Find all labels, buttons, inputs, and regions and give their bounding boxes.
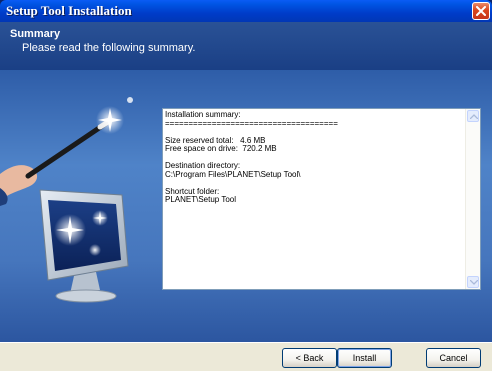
- install-button[interactable]: Install: [337, 348, 392, 368]
- scroll-up-button[interactable]: [467, 110, 479, 122]
- page-title: Summary: [10, 28, 61, 40]
- summary-line: C:\Program Files\PLANET\Setup Tool\: [165, 169, 301, 179]
- summary-line: PLANET\Setup Tool: [165, 195, 237, 204]
- close-icon: [476, 6, 486, 16]
- scroll-up-arrow-icon: [470, 114, 478, 119]
- summary-textbox[interactable]: Installation summary: ==================…: [162, 108, 481, 290]
- button-bar: < Back Install Cancel: [0, 342, 492, 371]
- scroll-down-button[interactable]: [467, 276, 479, 288]
- install-button-label: Install: [352, 353, 377, 363]
- scroll-down-arrow-icon: [470, 280, 478, 285]
- main-panel: Installation summary: ==================…: [0, 70, 492, 342]
- cancel-button[interactable]: Cancel: [426, 348, 481, 368]
- summary-line: Free space on drive: 720.2 MB: [165, 144, 277, 153]
- summary-line: =====================================: [165, 118, 338, 128]
- back-button-label: < Back: [295, 353, 324, 363]
- setup-window: Setup Tool Installation Summary Please r…: [0, 0, 492, 371]
- back-button[interactable]: < Back: [282, 348, 337, 368]
- page-subtitle: Please read the following summary.: [22, 42, 196, 54]
- cancel-button-label: Cancel: [439, 353, 468, 363]
- wizard-wand-monitor-illustration: [0, 97, 133, 303]
- title-bar[interactable]: Setup Tool Installation: [0, 0, 492, 22]
- summary-text: Installation summary: ==================…: [165, 110, 465, 205]
- vertical-scrollbar[interactable]: [465, 109, 480, 289]
- header-panel: Summary Please read the following summar…: [0, 22, 492, 70]
- close-button[interactable]: [472, 2, 490, 20]
- window-title: Setup Tool Installation: [6, 3, 132, 18]
